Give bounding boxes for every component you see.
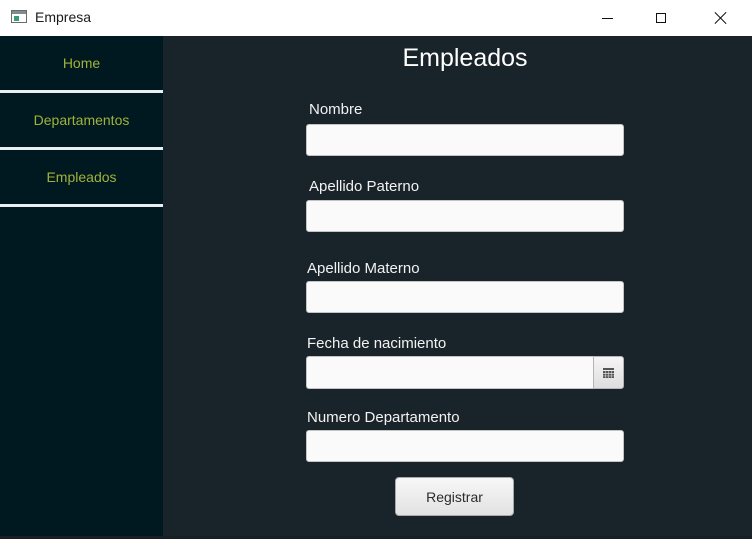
fecha-nacimiento-date-picker	[306, 356, 624, 389]
maximize-button[interactable]	[638, 0, 684, 36]
apellido-paterno-field[interactable]	[306, 200, 624, 232]
sidebar-item-label: Home	[62, 55, 101, 71]
apellido-materno-field[interactable]	[306, 281, 624, 313]
close-icon	[714, 11, 728, 25]
calendar-button[interactable]	[593, 356, 624, 389]
numero-departamento-label: Numero Departamento	[307, 409, 460, 426]
sidebar-divider	[0, 204, 163, 207]
minimize-button[interactable]	[584, 0, 630, 36]
calendar-icon	[603, 367, 614, 378]
apellido-paterno-label: Apellido Paterno	[309, 178, 420, 195]
window-title: Empresa	[35, 9, 92, 25]
sidebar-item-label: Departamentos	[33, 112, 130, 128]
sidebar-item-home[interactable]: Home	[0, 36, 163, 90]
page-title: Empleados	[402, 44, 528, 72]
nombre-field[interactable]	[306, 124, 624, 156]
sidebar-item-departamentos[interactable]: Departamentos	[0, 93, 163, 147]
fecha-nacimiento-label: Fecha de nacimiento	[307, 335, 447, 352]
sidebar: Home Departamentos Empleados	[0, 36, 163, 536]
maximize-icon	[656, 13, 666, 23]
sidebar-item-empleados[interactable]: Empleados	[0, 150, 163, 204]
fecha-nacimiento-field[interactable]	[306, 356, 593, 389]
nombre-label: Nombre	[309, 101, 363, 118]
sidebar-item-label: Empleados	[46, 169, 117, 185]
close-button[interactable]	[698, 0, 744, 36]
window-app-icon	[11, 10, 27, 23]
minimize-icon	[601, 17, 613, 19]
numero-departamento-field[interactable]	[306, 430, 624, 462]
registrar-button[interactable]: Registrar	[395, 477, 514, 516]
apellido-materno-label: Apellido Materno	[307, 260, 420, 277]
window-title-bar: Empresa	[0, 0, 752, 36]
